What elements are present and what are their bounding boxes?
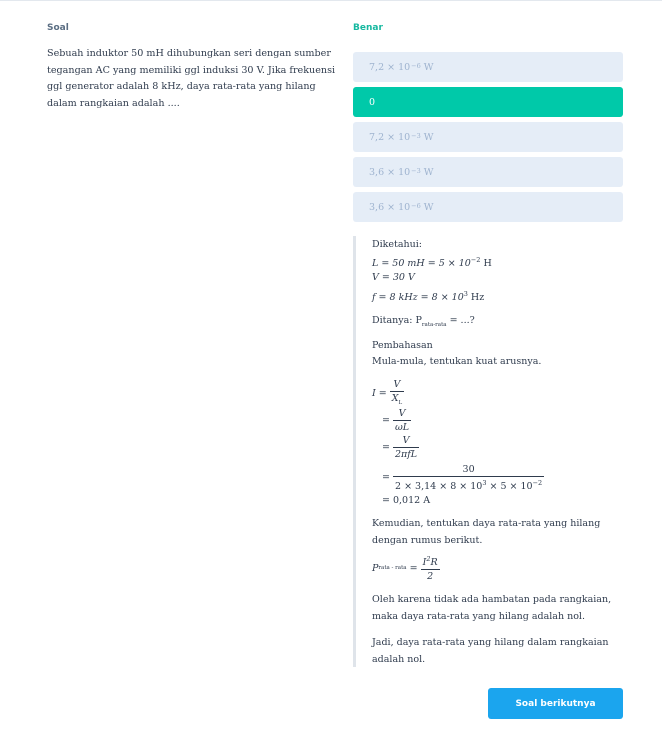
power-lhs-sub: rata - rata bbox=[378, 564, 407, 571]
option-5-times: × bbox=[387, 201, 396, 213]
known-voltage: V = 30 V bbox=[372, 272, 415, 283]
question-label: Soal bbox=[47, 23, 69, 33]
option-1-exponent: −6 bbox=[411, 62, 421, 70]
option-3-times: × bbox=[387, 131, 396, 143]
known-frequency-unit: Hz bbox=[467, 292, 485, 303]
calc-fraction-1-den-sub: L bbox=[398, 399, 403, 406]
calc-fraction-3-num: V bbox=[393, 434, 420, 448]
step-1-text: Mula-mula, tentukan kuat arusnya. bbox=[372, 356, 542, 367]
answer-option-1[interactable]: 7,2 × 10 −6 W bbox=[353, 52, 623, 82]
option-4-base: 10 bbox=[398, 166, 411, 178]
answer-option-2-correct[interactable]: 0 bbox=[353, 87, 623, 117]
calc-eq-2: = bbox=[382, 415, 390, 426]
calc-fraction-3-den: 2πfL bbox=[395, 449, 418, 460]
power-formula: Prata - rata = I2R 2 bbox=[372, 553, 440, 583]
known-frequency: f = 8 kHz = 8 × 103 Hz bbox=[372, 286, 484, 306]
option-2-value: 0 bbox=[369, 96, 376, 108]
asked-subscript: rata-rata bbox=[421, 322, 447, 328]
top-divider bbox=[0, 0, 662, 1]
calc-fraction-4-den-a: 2 × 3,14 × 8 × 10 bbox=[395, 480, 483, 492]
next-question-button[interactable]: Soal berikutnya bbox=[488, 688, 623, 719]
option-4-times: × bbox=[387, 166, 396, 178]
answer-option-5[interactable]: 3,6 × 10 −6 W bbox=[353, 192, 623, 222]
discussion-title: Pembahasan bbox=[372, 340, 433, 351]
calc-fraction-4-num: 30 bbox=[393, 463, 545, 477]
calc-lhs: I = bbox=[372, 388, 387, 399]
calc-fraction-2-den: ωL bbox=[395, 422, 410, 433]
option-5-mantissa: 3,6 bbox=[369, 201, 385, 213]
known-frequency-text: f = 8 kHz = 8 × 10 bbox=[372, 292, 464, 303]
power-eq: = bbox=[409, 562, 418, 574]
calc-fraction-1-num: V bbox=[389, 378, 405, 392]
option-1-base: 10 bbox=[398, 61, 411, 73]
known-inductance-exponent: −2 bbox=[470, 256, 481, 264]
power-den: 2 bbox=[427, 571, 434, 582]
option-4-mantissa: 3,6 bbox=[369, 166, 385, 178]
option-1-mantissa: 7,2 bbox=[369, 61, 385, 73]
calc-fraction-2-num: V bbox=[393, 407, 412, 421]
option-3-unit: W bbox=[423, 131, 434, 143]
option-3-base: 10 bbox=[398, 131, 411, 143]
option-1-unit: W bbox=[423, 61, 434, 73]
result-label: Benar bbox=[353, 23, 383, 33]
power-fraction: I2R 2 bbox=[420, 553, 440, 583]
explanation-panel: Diketahui: L = 50 mH = 5 × 10−2 H V = 30… bbox=[353, 236, 623, 667]
calc-fraction-4-exp-2: −2 bbox=[532, 478, 543, 487]
step-3-text: Oleh karena tidak ada hambatan pada rang… bbox=[372, 594, 612, 622]
calc-fraction-1: V XL bbox=[389, 378, 405, 410]
asked-line: Ditanya: Prata-rata = ...? bbox=[372, 312, 475, 334]
option-4-unit: W bbox=[423, 166, 434, 178]
question-text: Sebuah induktor 50 mH dihubungkan seri d… bbox=[47, 48, 336, 109]
calc-eq-4: = bbox=[382, 472, 390, 483]
option-4-exponent: −3 bbox=[411, 167, 421, 175]
option-3-mantissa: 7,2 bbox=[369, 131, 385, 143]
known-inductance-unit: H bbox=[480, 258, 492, 269]
known-title: Diketahui: bbox=[372, 239, 422, 250]
calc-fraction-4: 30 2 × 3,14 × 8 × 103 × 5 × 10−2 bbox=[393, 463, 545, 493]
known-inductance-text: L = 50 mH = 5 × 10 bbox=[372, 258, 471, 269]
asked-prefix: Ditanya: P bbox=[372, 315, 422, 326]
calc-result: = 0,012 A bbox=[382, 495, 431, 506]
option-3-exponent: −3 bbox=[411, 132, 421, 140]
answer-option-3[interactable]: 7,2 × 10 −3 W bbox=[353, 122, 623, 152]
answer-option-4[interactable]: 3,6 × 10 −3 W bbox=[353, 157, 623, 187]
step-2-text: Kemudian, tentukan daya rata-rata yang h… bbox=[372, 518, 601, 546]
calc-fraction-4-den-b: × 5 × 10 bbox=[486, 480, 533, 492]
option-5-exponent: −6 bbox=[411, 202, 421, 210]
asked-suffix: = ...? bbox=[446, 315, 475, 326]
option-1-times: × bbox=[387, 61, 396, 73]
option-5-unit: W bbox=[423, 201, 434, 213]
power-num-tail: R bbox=[430, 557, 438, 568]
option-5-base: 10 bbox=[398, 201, 411, 213]
calc-fraction-1-den: X bbox=[391, 392, 399, 404]
calc-eq-3: = bbox=[382, 442, 390, 453]
calc-fraction-3: V 2πfL bbox=[393, 434, 420, 461]
calc-fraction-2: V ωL bbox=[393, 407, 412, 434]
current-calculation: I = V XL = V ωL = V 2πfL = 30 2 × 3,14 ×… bbox=[372, 378, 545, 507]
conclusion-text: Jadi, daya rata-rata yang hilang dalam r… bbox=[372, 637, 609, 665]
